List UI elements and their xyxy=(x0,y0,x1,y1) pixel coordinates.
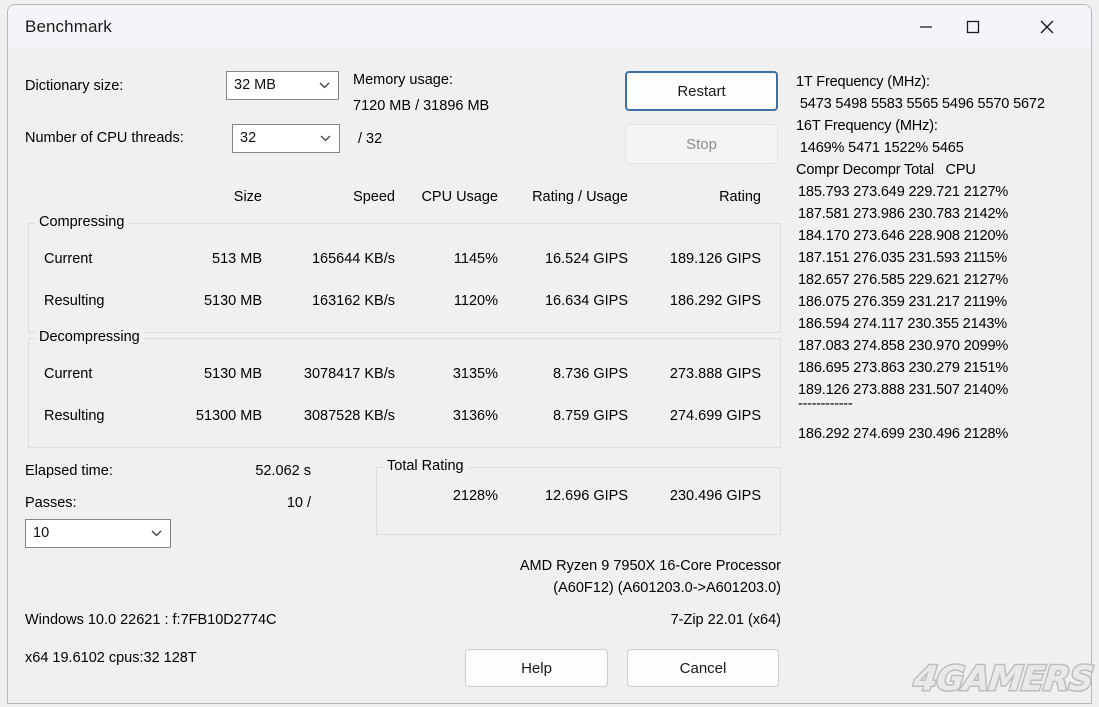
cpu-threads-label: Number of CPU threads: xyxy=(25,130,184,146)
decompressing-group xyxy=(28,338,781,448)
cell-cpu-usage: 3135% xyxy=(452,366,498,382)
restart-button[interactable]: Restart xyxy=(625,71,778,111)
log-row: 184.170 273.646 228.908 2120% xyxy=(798,228,1009,244)
dialog-client-area: Dictionary size: 32 MB Memory usage: 712… xyxy=(8,48,1091,703)
chevron-down-icon xyxy=(320,135,331,142)
cpu-threads-select[interactable]: 32 xyxy=(232,124,340,153)
column-header-rating: Rating xyxy=(719,189,761,205)
minimize-button[interactable] xyxy=(902,5,949,48)
cancel-button[interactable]: Cancel xyxy=(627,649,779,687)
passes-select-value: 10 xyxy=(33,525,50,541)
cell-rating-usage: 8.736 GIPS xyxy=(553,366,628,382)
passes-label: Passes: xyxy=(25,495,77,511)
cpu-threads-total: / 32 xyxy=(358,131,383,147)
freq-1t-values: 5473 5498 5583 5565 5496 5570 5672 xyxy=(796,96,1045,112)
total-rating-cpu-usage: 2128% xyxy=(452,488,498,504)
dictionary-size-select[interactable]: 32 MB xyxy=(226,71,339,100)
elapsed-time-value: 52.062 s xyxy=(255,463,311,479)
app-version: 7-Zip 22.01 (x64) xyxy=(670,612,781,628)
log-average-row: 186.292 274.699 230.496 2128% xyxy=(798,426,1009,442)
build-info: x64 19.6102 cpus:32 128T xyxy=(25,650,197,666)
row-label: Resulting xyxy=(44,408,105,424)
cell-rating-usage: 16.634 GIPS xyxy=(544,293,628,309)
total-rating-group-label: Total Rating xyxy=(383,458,468,474)
log-row: 187.151 276.035 231.593 2115% xyxy=(798,250,1008,266)
cell-rating-usage: 16.524 GIPS xyxy=(544,251,628,267)
cell-rating: 274.699 GIPS xyxy=(669,408,761,424)
dictionary-size-label: Dictionary size: xyxy=(25,78,124,94)
chevron-down-icon xyxy=(319,82,330,89)
total-rating-usage: 12.696 GIPS xyxy=(544,488,628,504)
column-header-rating-usage: Rating / Usage xyxy=(532,189,628,205)
log-row: 186.695 273.863 230.279 2151% xyxy=(798,360,1009,376)
cell-cpu-usage: 3136% xyxy=(452,408,498,424)
chevron-down-icon xyxy=(151,530,162,537)
cell-size: 5130 MB xyxy=(203,366,262,382)
watermark-4gamers: 4GAMERS xyxy=(911,658,1097,701)
log-row: 186.075 276.359 231.217 2119% xyxy=(798,294,1008,310)
dictionary-size-value: 32 MB xyxy=(234,77,276,93)
title-bar: Benchmark xyxy=(8,5,1091,48)
cell-size: 513 MB xyxy=(212,251,262,267)
freq-16t-values: 1469% 5471 1522% 5465 xyxy=(796,140,964,156)
compressing-group xyxy=(28,223,781,333)
cell-cpu-usage: 1120% xyxy=(453,293,498,309)
compressing-group-label: Compressing xyxy=(35,214,129,230)
window-title: Benchmark xyxy=(25,17,112,36)
cell-rating: 189.126 GIPS xyxy=(669,251,761,267)
memory-usage-value: 7120 MB / 31896 MB xyxy=(353,98,490,114)
maximize-icon xyxy=(966,20,980,34)
freq-16t-label: 16T Frequency (MHz): xyxy=(796,118,938,134)
close-button[interactable] xyxy=(1023,5,1070,48)
cpu-threads-value: 32 xyxy=(240,130,257,146)
freq-1t-label: 1T Frequency (MHz): xyxy=(796,74,930,90)
log-column-headers: Compr Decompr Total CPU xyxy=(796,162,976,178)
passes-select[interactable]: 10 xyxy=(25,519,171,548)
memory-usage-label: Memory usage: xyxy=(353,72,453,88)
log-separator: ------------ xyxy=(798,396,853,412)
decompressing-group-label: Decompressing xyxy=(35,329,144,345)
help-button[interactable]: Help xyxy=(465,649,608,687)
cell-rating: 186.292 GIPS xyxy=(669,293,761,309)
column-header-cpu-usage: CPU Usage xyxy=(421,189,498,205)
row-label: Current xyxy=(44,251,93,267)
close-icon xyxy=(1039,19,1055,35)
total-rating-value: 230.496 GIPS xyxy=(669,488,761,504)
column-header-size: Size xyxy=(233,189,262,205)
maximize-button[interactable] xyxy=(949,5,996,48)
log-row: 187.581 273.986 230.783 2142% xyxy=(798,206,1009,222)
elapsed-time-label: Elapsed time: xyxy=(25,463,113,479)
cell-rating: 273.888 GIPS xyxy=(669,366,761,382)
stop-button[interactable]: Stop xyxy=(625,124,778,164)
cell-size: 5130 MB xyxy=(203,293,262,309)
passes-value: 10 / xyxy=(286,495,311,511)
log-row: 185.793 273.649 229.721 2127% xyxy=(798,184,1009,200)
cell-rating-usage: 8.759 GIPS xyxy=(553,408,628,424)
cpu-name: AMD Ryzen 9 7950X 16-Core Processor xyxy=(519,558,781,574)
cell-cpu-usage: 1145% xyxy=(453,251,498,267)
log-row: 182.657 276.585 229.621 2127% xyxy=(798,272,1009,288)
log-row: 187.083 274.858 230.970 2099% xyxy=(798,338,1009,354)
log-row: 186.594 274.117 230.355 2143% xyxy=(798,316,1008,332)
os-version: Windows 10.0 22621 : f:7FB10D2774C xyxy=(25,612,277,628)
benchmark-window-root: Benchmark Dictionary size: 32 MB Memory … xyxy=(0,0,1099,707)
cpu-id: (A60F12) (A601203.0->A601203.0) xyxy=(553,580,781,596)
minimize-icon xyxy=(919,20,933,34)
benchmark-window: Benchmark Dictionary size: 32 MB Memory … xyxy=(7,4,1092,704)
row-label: Current xyxy=(44,366,93,382)
row-label: Resulting xyxy=(44,293,105,309)
cell-size: 51300 MB xyxy=(195,408,262,424)
